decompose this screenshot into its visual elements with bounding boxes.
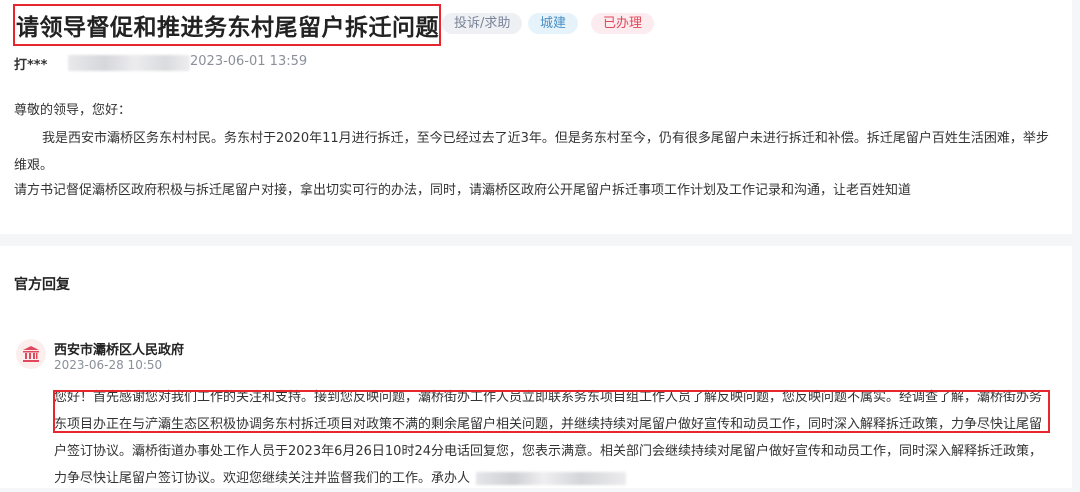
tag-type[interactable]: 投诉/求助	[442, 13, 523, 34]
post-body-paragraph: 我是西安市灞桥区务东村村民。务东村于2020年11月进行拆迁，至今已经过去了近3…	[14, 131, 1049, 173]
title-highlight-box	[13, 4, 441, 46]
author-name: 打***	[14, 58, 48, 73]
post-request: 请方书记督促灞桥区政府积极与拆迁尾留户对接，拿出切实可行的办法，同时，请灞桥区政…	[14, 183, 912, 198]
responder-name: 西安市灞桥区人民政府	[54, 343, 185, 358]
post-greeting: 尊敬的领导，您好：	[14, 103, 132, 118]
tag-department[interactable]: 城建	[528, 13, 579, 34]
status-badge: 已办理	[591, 13, 655, 34]
reply-highlight-box	[53, 390, 1050, 433]
official-reply-heading: 官方回复	[14, 277, 70, 293]
redacted-author-info	[68, 55, 190, 71]
reply-datetime: 2023-06-28 10:50	[54, 358, 163, 372]
redacted-handler-name	[476, 472, 627, 485]
post-datetime: 2023-06-01 13:59	[190, 54, 308, 69]
government-building-icon	[16, 339, 46, 369]
